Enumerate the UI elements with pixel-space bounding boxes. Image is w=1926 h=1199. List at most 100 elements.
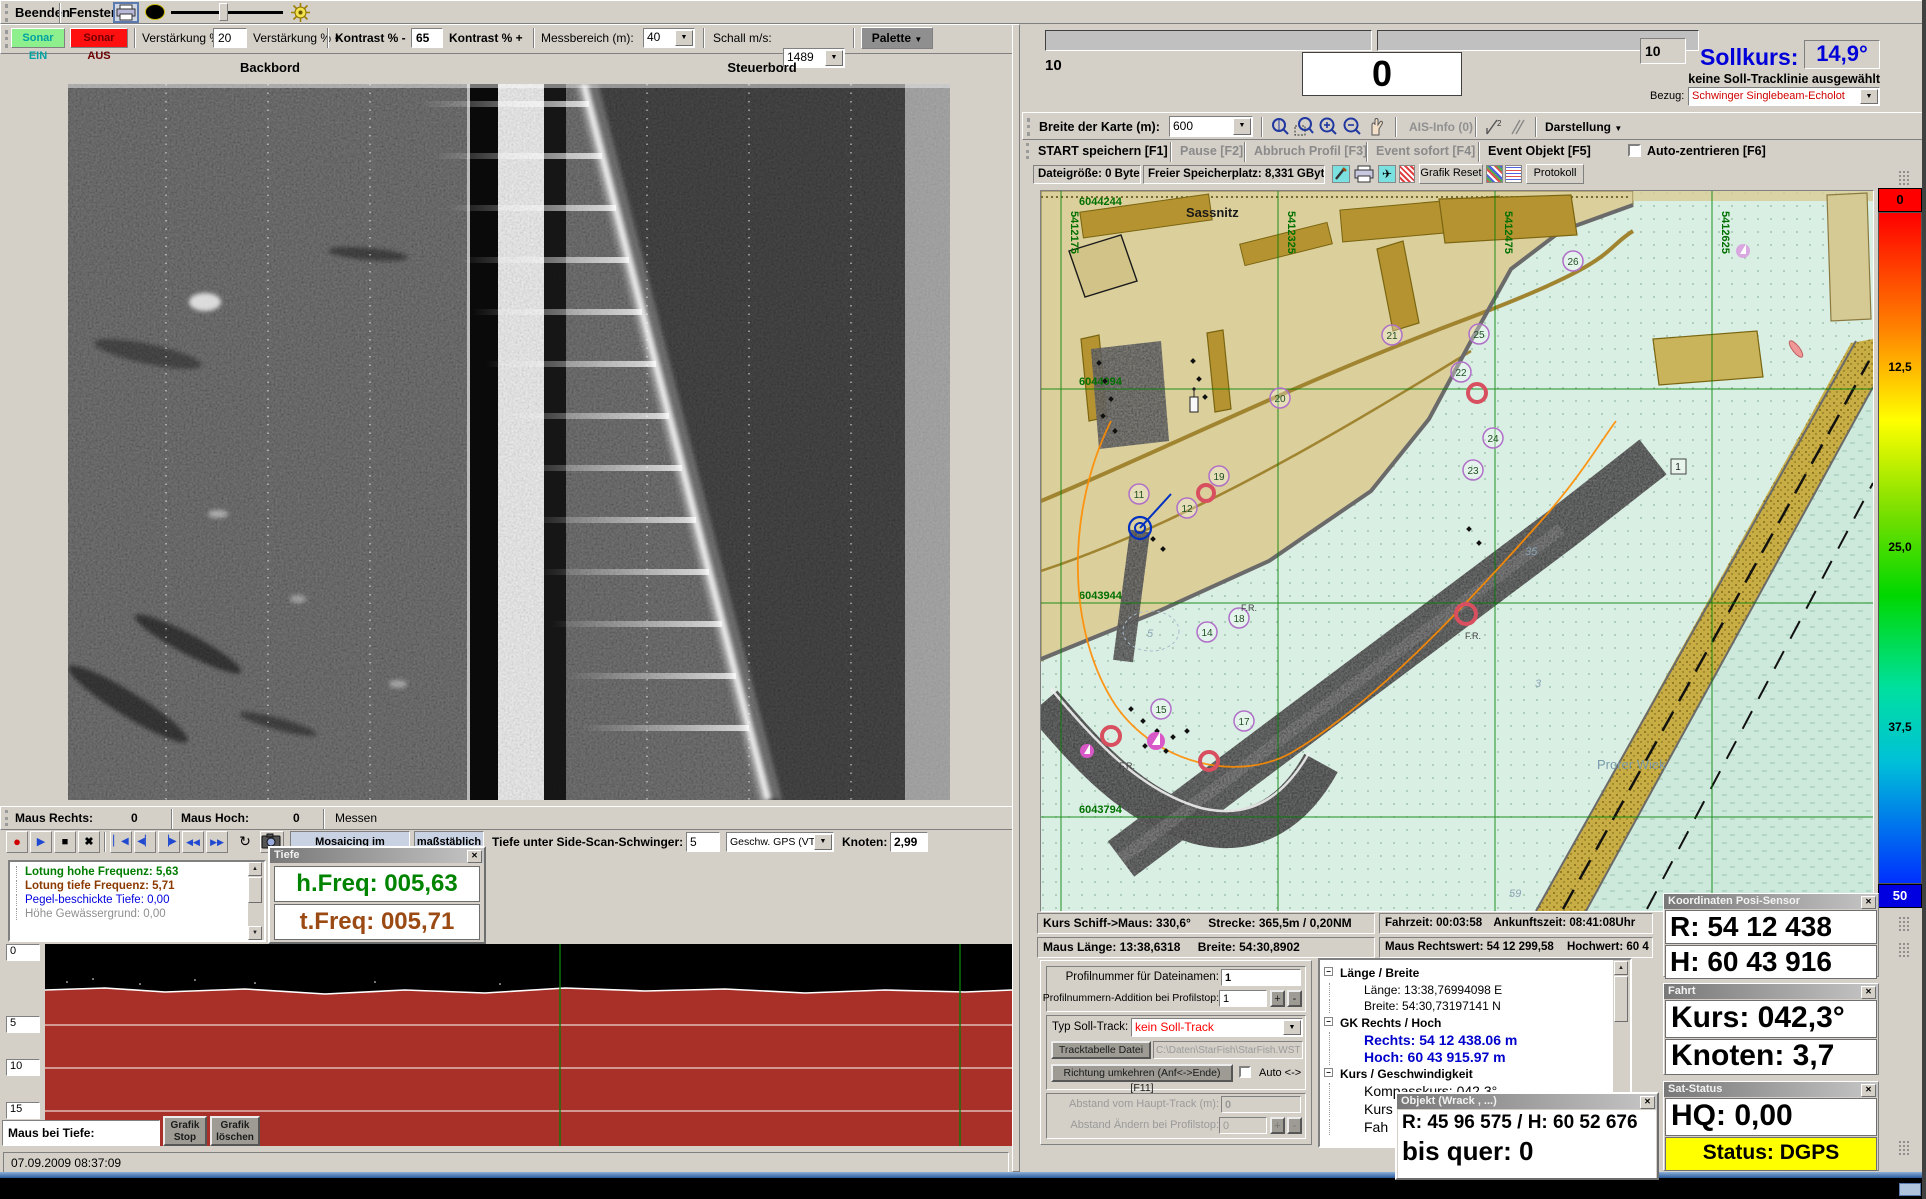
close-icon[interactable]: ✕ [1861, 1084, 1876, 1097]
chevron-down-icon[interactable]: ▼ [675, 30, 693, 46]
pattern-button-2[interactable] [1505, 165, 1522, 183]
fast-forward-button[interactable]: ▶▶ [206, 831, 228, 853]
pan-button[interactable] [1365, 116, 1387, 138]
skip-start-button[interactable]: ▏◀ [110, 831, 132, 853]
menu-beenden[interactable]: Beenden [15, 5, 70, 20]
pause-button[interactable]: Pause [F2] [1180, 144, 1243, 158]
abstand-aendern-input[interactable]: 0 [1219, 1117, 1267, 1134]
zoom-in-button[interactable] [1317, 116, 1339, 138]
slider-thumb[interactable] [219, 3, 228, 21]
geschw-select[interactable]: Geschw. GPS (VTG)▼ [726, 832, 834, 852]
fast-back-button[interactable]: ◀◀ [182, 831, 204, 853]
map-toolbar-handle[interactable] [1027, 118, 1030, 136]
measure-angle-button[interactable]: 2 [1483, 116, 1505, 138]
goto-ship-button[interactable]: ✈ [1378, 165, 1396, 183]
addition-plus-button[interactable]: + [1270, 990, 1285, 1007]
profilnummer-addition-input[interactable]: 1 [1219, 990, 1267, 1007]
kontrast-input[interactable]: 65 [411, 28, 443, 48]
sat-status-titlebar[interactable]: Sat-Status✕ [1664, 1082, 1878, 1097]
pattern-button-1[interactable] [1486, 165, 1503, 183]
scroll-up-icon[interactable]: ▲ [248, 862, 262, 876]
verstaerkung-input[interactable]: 20 [213, 28, 247, 48]
resize-grip[interactable] [1898, 1140, 1910, 1156]
bezug-select[interactable]: Schwinger Singlebeam-Echolot▼ [1688, 87, 1880, 106]
darstellung-menu[interactable]: Darstellung ▼ [1545, 120, 1622, 134]
scrollbar-thumb[interactable] [1614, 976, 1628, 1022]
event-sofort-button[interactable]: Event sofort [F4] [1376, 144, 1475, 158]
messbereich-select[interactable]: 40▼ [643, 28, 695, 48]
list-item[interactable]: Lotung hohe Frequenz: 5,63 [16, 866, 264, 878]
list-item[interactable]: Pegel-beschickte Tiefe: 0,00 [16, 894, 264, 906]
chevron-down-icon[interactable]: ▼ [825, 50, 843, 66]
taskbar-tray-icon[interactable] [1899, 1183, 1921, 1196]
palette-button[interactable]: Palette ▼ [861, 27, 933, 49]
sidescan-sonar-image[interactable] [68, 84, 950, 800]
grafik-stop-button[interactable]: GrafikStop [163, 1116, 207, 1146]
zoom-out-button[interactable] [1341, 116, 1363, 138]
record-button[interactable]: ● [6, 831, 28, 853]
chevron-down-icon[interactable]: ▼ [1860, 89, 1878, 104]
grafik-reset-button[interactable]: Grafik Reset [1419, 164, 1483, 184]
brightness-slider[interactable] [171, 3, 283, 21]
scrollbar-thumb[interactable] [248, 877, 262, 903]
knoten-input[interactable]: 2,99 [890, 832, 928, 852]
print-map-button[interactable] [1354, 165, 1374, 183]
tiefe-schwinger-input[interactable]: 5 [686, 832, 720, 852]
objekt-popup-titlebar[interactable]: Objekt (Wrack , ...)✕ [1397, 1094, 1657, 1109]
abstand-plus-button[interactable]: + [1270, 1117, 1285, 1134]
zoom-area-button[interactable] [1293, 116, 1315, 138]
koordinaten-titlebar[interactable]: Koordinaten Posi-Sensor✕ [1664, 894, 1878, 909]
tree-leaf[interactable]: Länge: 13:38,76994098 E [1329, 983, 1610, 997]
fahrt-titlebar[interactable]: Fahrt✕ [1664, 984, 1878, 999]
close-icon[interactable]: ✕ [1861, 896, 1876, 909]
chevron-down-icon[interactable]: ▼ [1283, 1020, 1301, 1035]
abstand-minus-button[interactable]: - [1287, 1117, 1302, 1134]
menubar-drag-handle[interactable] [5, 4, 8, 22]
xte-range-input[interactable]: 10 [1640, 38, 1686, 64]
draw-tool-button[interactable] [1332, 165, 1350, 183]
print-button[interactable] [113, 2, 139, 23]
ais-info-button[interactable]: AIS-Info (0) [1409, 120, 1473, 134]
tree-leaf[interactable]: Breite: 54:30,73197141 N [1329, 999, 1610, 1013]
tree-node[interactable]: −Länge / Breite [1324, 966, 1610, 980]
collapse-icon[interactable]: − [1324, 1017, 1333, 1026]
close-icon[interactable]: ✕ [1640, 1096, 1655, 1109]
record-toolbar-handle[interactable] [1026, 143, 1029, 159]
resize-grip[interactable] [1898, 916, 1910, 932]
sonar-aus-button[interactable]: Sonar AUS [70, 28, 128, 48]
collapse-icon[interactable]: − [1324, 1068, 1333, 1077]
zoom-window-button[interactable] [1269, 116, 1291, 138]
abbruch-profil-button[interactable]: Abbruch Profil [F3] [1254, 144, 1367, 158]
step-back-button[interactable]: ◀▏ [134, 831, 156, 853]
start-speichern-button[interactable]: START speichern [F1] [1038, 144, 1168, 158]
tree-node[interactable]: −Kurs / Geschwindigkeit [1324, 1067, 1610, 1081]
profilnummer-input[interactable]: 1 [1221, 969, 1301, 986]
collapse-icon[interactable]: − [1324, 967, 1333, 976]
nautical-chart-map[interactable]: 6044244 6044094 6043944 6043794 5412175 … [1040, 190, 1874, 912]
tiefe-popup-titlebar[interactable]: Tiefe✕ [270, 848, 484, 863]
kontrast-minus-button[interactable]: Kontrast % - [335, 31, 406, 45]
chevron-down-icon[interactable]: ▼ [814, 834, 832, 850]
lotung-scrollbar[interactable]: ▲ ▼ [248, 862, 264, 940]
brightness-button[interactable] [291, 3, 310, 22]
step-forward-button[interactable]: ▕▶ [158, 831, 180, 853]
grafik-loeschen-button[interactable]: Grafiklöschen [210, 1116, 260, 1146]
auto-zentrieren-checkbox[interactable] [1628, 144, 1641, 157]
sonar-ein-button[interactable]: Sonar EIN [11, 28, 65, 48]
sonar-toolbar-handle[interactable] [5, 30, 8, 48]
event-objekt-button[interactable]: Event Objekt [F5] [1488, 144, 1591, 158]
maus-bei-tiefe-field[interactable]: Maus bei Tiefe: [2, 1120, 160, 1146]
messen-label[interactable]: Messen [335, 811, 377, 825]
cancel-button[interactable]: ✖ [78, 831, 100, 853]
red-hatch-button[interactable] [1399, 165, 1415, 183]
scroll-up-icon[interactable]: ▲ [1614, 961, 1628, 975]
kontrast-plus-button[interactable]: Kontrast % + [449, 31, 523, 45]
play-button[interactable]: ▶ [30, 831, 52, 853]
list-item[interactable]: Höhe Gewässergrund: 0,00 [16, 908, 264, 920]
abstand-haupttrack-input[interactable]: 0 [1221, 1096, 1301, 1113]
auto-richtung-checkbox[interactable] [1239, 1066, 1251, 1078]
addition-minus-button[interactable]: - [1287, 990, 1302, 1007]
tracktabelle-button[interactable]: Tracktabelle Datei [1051, 1041, 1151, 1059]
typ-solltrack-select[interactable]: kein Soll-Track▼ [1131, 1018, 1303, 1037]
panel-divider[interactable] [1012, 24, 1020, 1172]
